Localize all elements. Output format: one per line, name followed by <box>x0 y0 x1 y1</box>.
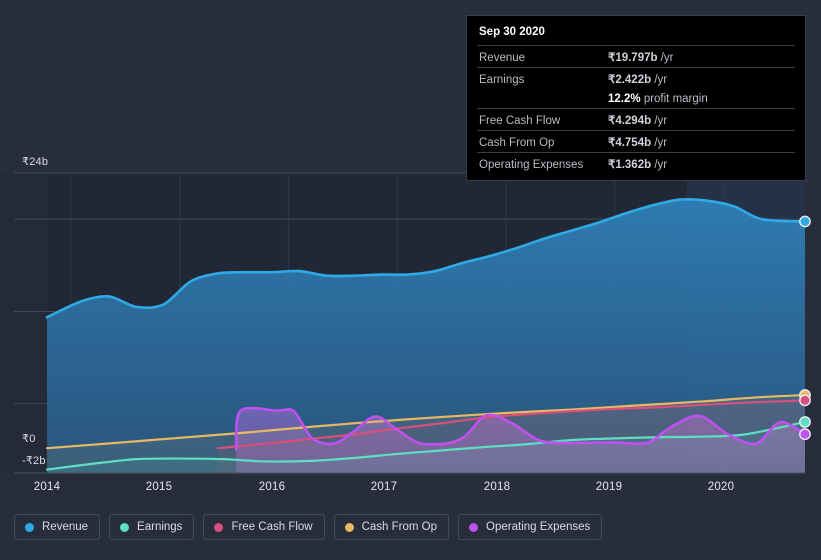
tooltip-value-profit-margin: 12.2% profit margin <box>606 89 795 109</box>
legend-label-cash-from-op: Cash From Op <box>361 521 438 533</box>
tooltip-row-operating-expenses: Operating Expenses ₹1.362b /yr <box>477 152 795 174</box>
x-axis-tick-2015: 2015 <box>145 481 173 493</box>
tooltip-label-profit-margin-blank <box>477 89 606 109</box>
legend-dot-cash-from-op-icon <box>344 522 354 532</box>
y-axis-tick-top: ₹24b <box>22 156 49 168</box>
tooltip-unit-operating-expenses: /yr <box>654 159 668 171</box>
x-axis-tick-2019: 2019 <box>595 481 623 493</box>
chart-tooltip: Sep 30 2020 Revenue ₹19.797b /yr Earning… <box>466 15 806 181</box>
x-axis-tick-2018: 2018 <box>483 481 511 493</box>
tooltip-row-profit-margin: 12.2% profit margin <box>477 89 795 109</box>
legend-label-free-cash-flow: Free Cash Flow <box>231 521 313 533</box>
tooltip-unit-cash-from-op: /yr <box>654 137 668 149</box>
legend-dot-operating-expenses-icon <box>469 522 479 532</box>
tooltip-profit-margin-value: 12.2% <box>608 93 641 105</box>
legend-item-operating-expenses[interactable]: Operating Expenses <box>458 514 603 540</box>
tooltip-value-operating-expenses: ₹1.362b /yr <box>606 152 795 174</box>
tooltip-label-free-cash-flow: Free Cash Flow <box>477 108 606 131</box>
tooltip-value-cash-from-op: ₹4.754b /yr <box>606 130 795 153</box>
legend-item-earnings[interactable]: Earnings <box>109 514 195 540</box>
legend-item-free-cash-flow[interactable]: Free Cash Flow <box>203 514 325 540</box>
tooltip-amount-operating-expenses: ₹1.362b <box>608 159 652 171</box>
financial-chart-widget: ₹24b ₹0 -₹2b 2014 2015 2016 2017 2018 20… <box>0 0 821 560</box>
legend-label-earnings: Earnings <box>137 521 183 533</box>
tooltip-row-cash-from-op: Cash From Op ₹4.754b /yr <box>477 130 795 153</box>
y-axis-tick-bottom: -₹2b <box>22 455 46 467</box>
tooltip-label-revenue: Revenue <box>477 45 606 68</box>
tooltip-date: Sep 30 2020 <box>479 26 545 38</box>
chart-legend: Revenue Earnings Free Cash Flow Cash Fro… <box>14 514 603 540</box>
legend-label-revenue: Revenue <box>42 521 89 533</box>
x-axis-tick-2014: 2014 <box>33 481 61 493</box>
tooltip-unit-revenue: /yr <box>660 52 674 64</box>
tooltip-unit-free-cash-flow: /yr <box>654 115 668 127</box>
y-axis-tick-zero: ₹0 <box>22 433 36 445</box>
tooltip-unit-earnings: /yr <box>654 74 668 86</box>
tooltip-label-operating-expenses: Operating Expenses <box>477 152 606 174</box>
legend-label-operating-expenses: Operating Expenses <box>486 521 591 533</box>
tooltip-amount-free-cash-flow: ₹4.294b <box>608 115 652 127</box>
tooltip-value-revenue: ₹19.797b /yr <box>606 45 795 68</box>
legend-dot-free-cash-flow-icon <box>214 522 224 532</box>
legend-item-cash-from-op[interactable]: Cash From Op <box>333 514 450 540</box>
tooltip-row-earnings: Earnings ₹2.422b /yr <box>477 67 795 89</box>
tooltip-label-cash-from-op: Cash From Op <box>477 130 606 153</box>
tooltip-value-earnings: ₹2.422b /yr <box>606 67 795 89</box>
tooltip-row-free-cash-flow: Free Cash Flow ₹4.294b /yr <box>477 108 795 131</box>
x-axis-tick-2017: 2017 <box>370 481 398 493</box>
legend-dot-earnings-icon <box>120 522 130 532</box>
x-axis-tick-2020: 2020 <box>707 481 735 493</box>
tooltip-amount-earnings: ₹2.422b <box>608 74 652 86</box>
tooltip-amount-revenue: ₹19.797b <box>608 52 658 64</box>
tooltip-value-free-cash-flow: ₹4.294b /yr <box>606 108 795 131</box>
tooltip-label-earnings: Earnings <box>477 67 606 89</box>
tooltip-amount-cash-from-op: ₹4.754b <box>608 137 652 149</box>
legend-item-revenue[interactable]: Revenue <box>14 514 101 540</box>
legend-dot-revenue-icon <box>25 522 34 532</box>
x-axis-tick-2016: 2016 <box>258 481 286 493</box>
tooltip-table: Revenue ₹19.797b /yr Earnings ₹2.422b /y… <box>477 45 795 174</box>
tooltip-profit-margin-label: profit margin <box>643 93 708 105</box>
tooltip-row-revenue: Revenue ₹19.797b /yr <box>477 45 795 68</box>
